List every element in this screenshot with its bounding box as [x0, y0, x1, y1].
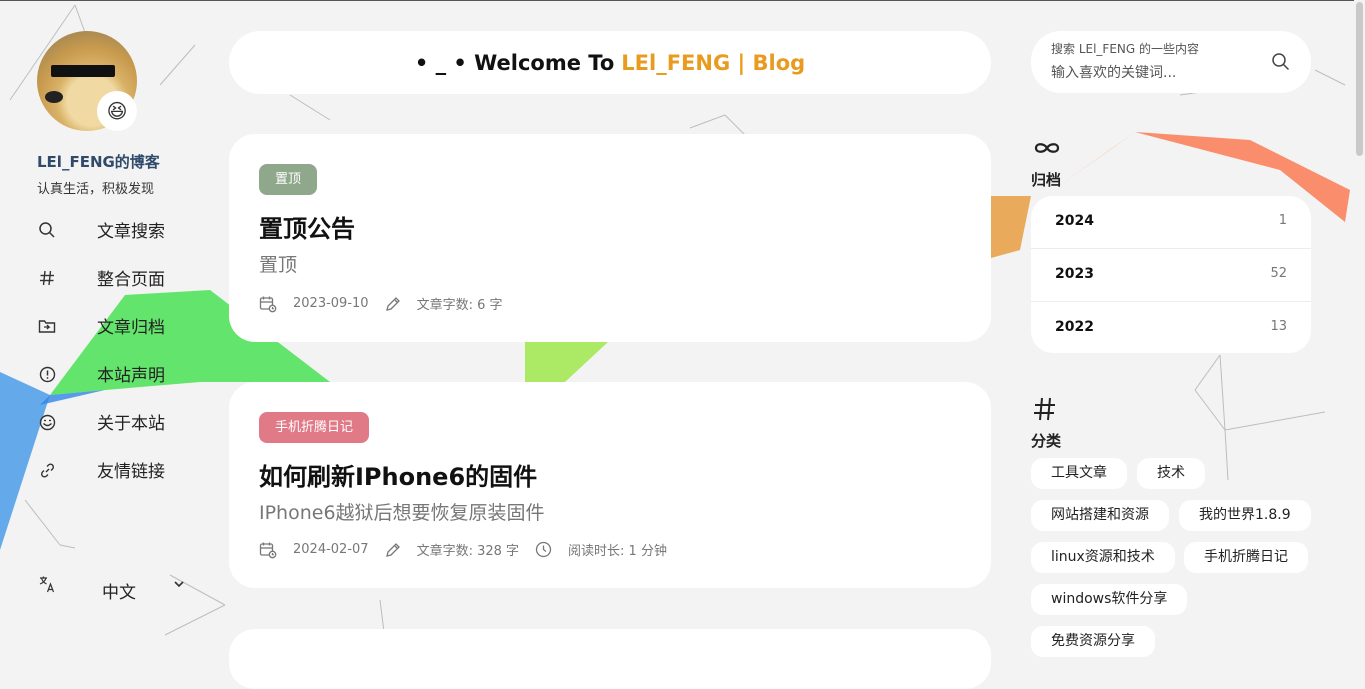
archive-count: 13	[1270, 319, 1287, 334]
nav-label: 文章搜索	[97, 222, 165, 242]
archive-count: 1	[1278, 213, 1287, 228]
scrollbar-thumb[interactable]	[1356, 2, 1363, 156]
category-heading: 分类	[1031, 432, 1062, 450]
nav-item-search[interactable]: 文章搜索	[0, 212, 210, 260]
calendar-icon	[259, 296, 277, 312]
pencil-icon	[385, 542, 400, 557]
post-card[interactable]: 手机折腾日记 如何刷新IPhone6的固件 IPhone6越狱后想要恢复原装固件…	[229, 382, 991, 588]
search-input[interactable]: 输入喜欢的关键词...	[1051, 62, 1176, 82]
post-read-time: 阅读时长: 1 分钟	[568, 544, 667, 559]
category-chip[interactable]: 手机折腾日记	[1184, 542, 1308, 573]
clock-icon	[535, 541, 552, 558]
post-meta: 2024-02-07 文章字数: 328 字 阅读时长: 1 分钟	[259, 540, 683, 559]
archive-icon	[37, 316, 57, 336]
post-tag[interactable]: 置顶	[259, 164, 318, 195]
welcome-text: • _ • Welcome To	[414, 50, 615, 75]
search-hint: 搜索 LEl_FENG 的一些内容	[1051, 42, 1199, 56]
category-chip[interactable]: 我的世界1.8.9	[1179, 500, 1311, 531]
scrollbar[interactable]	[1354, 0, 1365, 656]
translate-icon	[38, 575, 56, 597]
post-word-count: 文章字数: 6 字	[416, 298, 503, 313]
category-chip[interactable]: 技术	[1137, 458, 1205, 489]
nav-item-about[interactable]: 关于本站	[0, 404, 210, 452]
post-subtitle: 置顶	[259, 254, 298, 276]
post-tag[interactable]: 手机折腾日记	[259, 412, 370, 443]
pencil-icon	[385, 296, 400, 311]
category-chip[interactable]: windows软件分享	[1031, 584, 1188, 615]
archive-row[interactable]: 2022 13	[1031, 302, 1311, 353]
info-icon	[37, 364, 57, 384]
nav-label: 整合页面	[97, 270, 165, 290]
archive-list: 2024 1 2023 52 2022 13	[1031, 196, 1311, 353]
nav-label: 友情链接	[97, 462, 165, 482]
language-label: 中文	[102, 583, 136, 603]
post-meta: 2023-09-10 文章字数: 6 字	[259, 294, 518, 313]
post-date: 2024-02-07	[293, 542, 369, 557]
post-card[interactable]: 置顶 置顶公告 置顶 2023-09-10 文章字数: 6 字	[229, 134, 991, 342]
post-title[interactable]: 如何刷新IPhone6的固件	[259, 457, 537, 492]
archive-heading: 归档	[1031, 171, 1062, 189]
search-icon	[37, 220, 57, 240]
post-title[interactable]: 置顶公告	[259, 209, 355, 244]
post-word-count: 文章字数: 328 字	[416, 544, 520, 559]
welcome-banner: • _ • Welcome To LEl_FENG | Blog	[229, 31, 991, 94]
archive-count: 52	[1270, 266, 1287, 281]
site-name[interactable]: LEl_FENG的博客	[37, 151, 160, 172]
category-chip[interactable]: 网站搭建和资源	[1031, 500, 1169, 531]
hash-icon	[37, 268, 57, 288]
avatar-emoji-badge: 😆	[97, 91, 137, 131]
nav-item-statement[interactable]: 本站声明	[0, 356, 210, 404]
nav-item-friend-links[interactable]: 友情链接	[0, 452, 210, 500]
nav-label: 本站声明	[97, 366, 165, 386]
nav-label: 文章归档	[97, 318, 165, 338]
nav-label: 关于本站	[97, 414, 165, 434]
search-box[interactable]: 搜索 LEl_FENG 的一些内容 输入喜欢的关键词...	[1031, 31, 1311, 93]
post-card[interactable]	[229, 629, 991, 689]
category-chip[interactable]: 免费资源分享	[1031, 626, 1155, 657]
chevron-down-icon	[173, 578, 185, 594]
post-subtitle: IPhone6越狱后想要恢复原装固件	[259, 502, 545, 524]
left-sidebar: 😆 LEl_FENG的博客 认真生活，积极发现 文章搜索 整合页面 文章归档 本	[0, 0, 210, 656]
smile-icon	[37, 412, 57, 432]
dog-nose	[45, 91, 63, 103]
nav-item-pages[interactable]: 整合页面	[0, 260, 210, 308]
archive-year: 2022	[1055, 319, 1094, 335]
language-select[interactable]: 中文	[0, 575, 210, 605]
archive-row[interactable]: 2023 52	[1031, 249, 1311, 302]
archive-year: 2024	[1055, 213, 1094, 229]
hash-icon	[1033, 396, 1057, 426]
infinity-icon	[1033, 138, 1061, 162]
calendar-icon	[259, 542, 277, 558]
nav-item-archive[interactable]: 文章归档	[0, 308, 210, 356]
search-icon[interactable]	[1271, 52, 1290, 75]
link-icon	[37, 460, 57, 480]
archive-row[interactable]: 2024 1	[1031, 196, 1311, 249]
site-description: 认真生活，积极发现	[37, 182, 155, 197]
sidebar-nav: 文章搜索 整合页面 文章归档 本站声明 关于本站 友情链接	[0, 212, 210, 500]
post-date: 2023-09-10	[293, 296, 369, 311]
pixel-sunglasses	[51, 65, 115, 77]
blog-title-accent[interactable]: LEl_FENG | Blog	[621, 51, 805, 75]
category-chip[interactable]: linux资源和技术	[1031, 542, 1175, 573]
archive-year: 2023	[1055, 266, 1094, 282]
category-chip[interactable]: 工具文章	[1031, 458, 1127, 489]
